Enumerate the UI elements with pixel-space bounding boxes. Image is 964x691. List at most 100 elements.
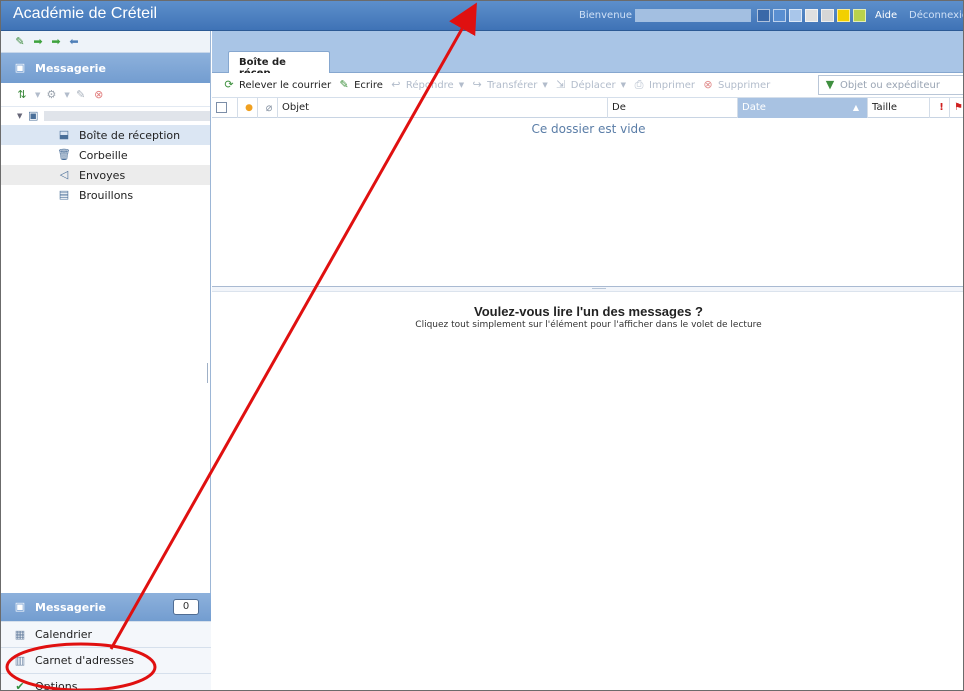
nav-messagerie[interactable]: ▣ Messagerie 0 [1, 593, 211, 621]
chevron-down-icon[interactable]: ▼ [459, 81, 464, 89]
options-check-icon: ✔ [15, 679, 25, 691]
priority-icon: ! [939, 102, 944, 113]
message-list-header: ● ⌀ Objet De Date ▲ Taille ! ⚑ [212, 97, 963, 118]
quick-actions-bar: ✎ ➡ ➡ ⬅ [1, 31, 210, 53]
section-title: Messagerie [35, 61, 106, 75]
print-button[interactable]: ⎙ Imprimer [632, 78, 695, 92]
filter-icon[interactable]: ▼ [823, 78, 837, 92]
reading-pane-title: Voulez-vous lire l'un des messages ? [474, 304, 703, 319]
reply-button[interactable]: ↩ Répondre ▼ [389, 78, 464, 92]
theme-swatches [757, 9, 866, 22]
chevron-down-icon[interactable]: ▼ [35, 91, 40, 99]
subject-column-header[interactable]: Objet [278, 97, 608, 118]
printer-icon: ⎙ [634, 78, 644, 91]
forward-icon: ↪ [472, 78, 482, 91]
select-all-checkbox[interactable] [216, 102, 227, 113]
nav-label: Options [35, 680, 78, 691]
move-label: Déplacer [570, 79, 616, 91]
folder-inbox[interactable]: ⬓ Boîte de réception [1, 125, 210, 145]
refresh-icon: ⟳ [224, 78, 234, 91]
paperclip-icon: ⌀ [265, 100, 273, 114]
pane-resize-handle[interactable] [207, 363, 209, 383]
theme-swatch[interactable] [821, 9, 834, 22]
logout-link[interactable]: Déconnexion [909, 10, 963, 21]
size-column-header[interactable]: Taille [868, 97, 930, 118]
folder-label: Brouillons [79, 188, 134, 202]
unread-column[interactable]: ● [238, 97, 258, 118]
date-column-header[interactable]: Date ▲ [738, 97, 868, 118]
drafts-icon: ▤ [58, 188, 70, 201]
edit-pencil-icon[interactable]: ✎ [74, 88, 88, 102]
delete-button[interactable]: ⊗ Supprimer [701, 78, 770, 92]
empty-folder-message: Ce dossier est vide [531, 122, 646, 136]
addressbook-icon: ▥ [14, 653, 26, 667]
theme-swatch[interactable] [789, 9, 802, 22]
mailbox-icon: ▣ [14, 600, 26, 613]
sort-ascending-icon: ▲ [852, 103, 859, 112]
folder-label: Boîte de réception [79, 128, 181, 142]
sort-icon[interactable]: ⇅ [15, 88, 29, 102]
help-link[interactable]: Aide [875, 10, 897, 21]
folder-label: Corbeille [79, 148, 128, 162]
tab-strip: Boîte de récep... [212, 31, 963, 79]
folder-label: Envoyes [79, 168, 126, 182]
reply-label: Répondre [405, 79, 454, 91]
expand-icon[interactable]: ▼ [17, 112, 22, 120]
send-arrow-icon[interactable]: ➡ [49, 35, 63, 49]
theme-swatch[interactable] [757, 9, 770, 22]
write-button[interactable]: ✎ Ecrire [337, 78, 383, 92]
theme-swatch[interactable] [853, 9, 866, 22]
webmail-window: Académie de Créteil Bienvenue Aide Décon… [0, 0, 964, 691]
move-button[interactable]: ⇲ Déplacer ▼ [554, 78, 626, 92]
unread-dot-icon: ● [245, 102, 253, 113]
calendar-icon: ▦ [14, 627, 26, 641]
left-pane: ✎ ➡ ➡ ⬅ ▣ Messagerie ⇅ ▼ ⚙ ▼ ✎ ⊗ ▼ ▣ ⬓ B… [1, 31, 211, 691]
theme-swatch[interactable] [805, 9, 818, 22]
forward-arrow-icon[interactable]: ➡ [31, 35, 45, 49]
priority-column[interactable]: ! [930, 97, 950, 118]
top-bar: Académie de Créteil Bienvenue Aide Décon… [1, 1, 963, 31]
nav-label: Messagerie [35, 600, 106, 614]
mailbox-icon: ▣ [14, 61, 26, 74]
chevron-down-icon[interactable]: ▼ [621, 81, 626, 89]
nav-addressbook[interactable]: ▥ Carnet d'adresses [1, 647, 211, 673]
nav-label: Calendrier [35, 628, 93, 641]
write-label: Ecrire [354, 79, 383, 91]
forward-label: Transférer [487, 79, 538, 91]
from-column-header[interactable]: De [608, 97, 738, 118]
account-tree-root[interactable]: ▼ ▣ [1, 107, 210, 125]
gear-icon[interactable]: ⚙ [44, 88, 58, 102]
search-input[interactable]: ▼ Objet ou expéditeur [818, 75, 963, 95]
folder-drafts[interactable]: ▤ Brouillons [1, 185, 210, 205]
account-icon: ▣ [28, 109, 39, 122]
sent-icon: ◁ [59, 168, 69, 181]
folder-tools-bar: ⇅ ▼ ⚙ ▼ ✎ ⊗ [1, 83, 210, 107]
flag-icon: ⚑ [954, 102, 963, 113]
theme-swatch[interactable] [773, 9, 786, 22]
tab-inbox[interactable]: Boîte de récep... [228, 51, 330, 79]
theme-swatch[interactable] [837, 9, 850, 22]
attachment-column[interactable]: ⌀ [258, 97, 278, 118]
forward-button[interactable]: ↪ Transférer ▼ [470, 78, 548, 92]
nav-calendar[interactable]: ▦ Calendrier [1, 621, 211, 647]
reply-arrow-icon[interactable]: ⬅ [67, 35, 81, 49]
move-icon: ⇲ [556, 78, 566, 91]
search-placeholder: Objet ou expéditeur [840, 79, 940, 91]
folder-sent[interactable]: ◁ Envoyes [1, 165, 210, 185]
chevron-down-icon[interactable]: ▼ [542, 81, 547, 89]
delete-label: Supprimer [717, 79, 771, 91]
fetch-mail-button[interactable]: ⟳ Relever le courrier [222, 78, 331, 92]
new-item-icon[interactable]: ✎ [13, 35, 27, 49]
chevron-down-icon[interactable]: ▼ [64, 91, 69, 99]
compose-icon: ✎ [339, 78, 349, 91]
folder-trash[interactable]: 🗑 Corbeille [1, 145, 210, 165]
messagerie-section-header: ▣ Messagerie [1, 53, 210, 83]
reading-pane-splitter[interactable] [212, 286, 963, 292]
unread-count-badge: 0 [173, 599, 199, 615]
date-column-label: Date [742, 102, 766, 113]
delete-icon: ⊗ [703, 78, 713, 91]
nav-options[interactable]: ✔ Options [1, 673, 211, 691]
flag-column[interactable]: ⚑ [950, 98, 963, 118]
delete-icon[interactable]: ⊗ [92, 88, 106, 102]
fetch-mail-label: Relever le courrier [239, 79, 332, 91]
